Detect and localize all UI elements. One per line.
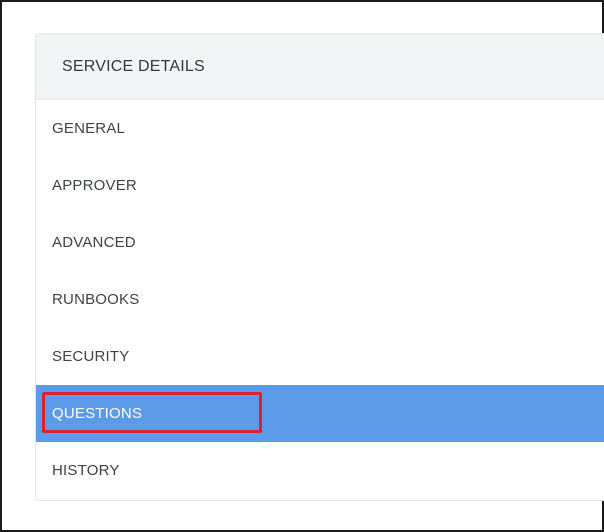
nav-item-general[interactable]: GENERAL [36,100,604,157]
highlight-annotation-box [42,392,262,433]
nav-item-security[interactable]: SECURITY [36,328,604,385]
nav-item-label: RUNBOOKS [52,291,140,308]
nav-item-label: ADVANCED [52,234,136,251]
nav-item-advanced[interactable]: ADVANCED [36,214,604,271]
service-details-panel: SERVICE DETAILS GENERAL APPROVER ADVANCE… [35,33,604,501]
nav-item-history[interactable]: HISTORY [36,442,604,499]
nav-item-questions[interactable]: QUESTIONS [36,385,604,442]
nav-item-label: GENERAL [52,120,126,137]
nav-item-label: HISTORY [52,462,120,479]
screenshot-frame: SERVICE DETAILS GENERAL APPROVER ADVANCE… [0,0,604,532]
panel-title: SERVICE DETAILS [62,57,205,75]
panel-header: SERVICE DETAILS [36,34,604,100]
nav-item-approver[interactable]: APPROVER [36,157,604,214]
nav-item-label: SECURITY [52,348,130,365]
service-details-nav: GENERAL APPROVER ADVANCED RUNBOOKS SECUR… [36,100,604,499]
nav-item-runbooks[interactable]: RUNBOOKS [36,271,604,328]
nav-item-label: APPROVER [52,177,137,194]
